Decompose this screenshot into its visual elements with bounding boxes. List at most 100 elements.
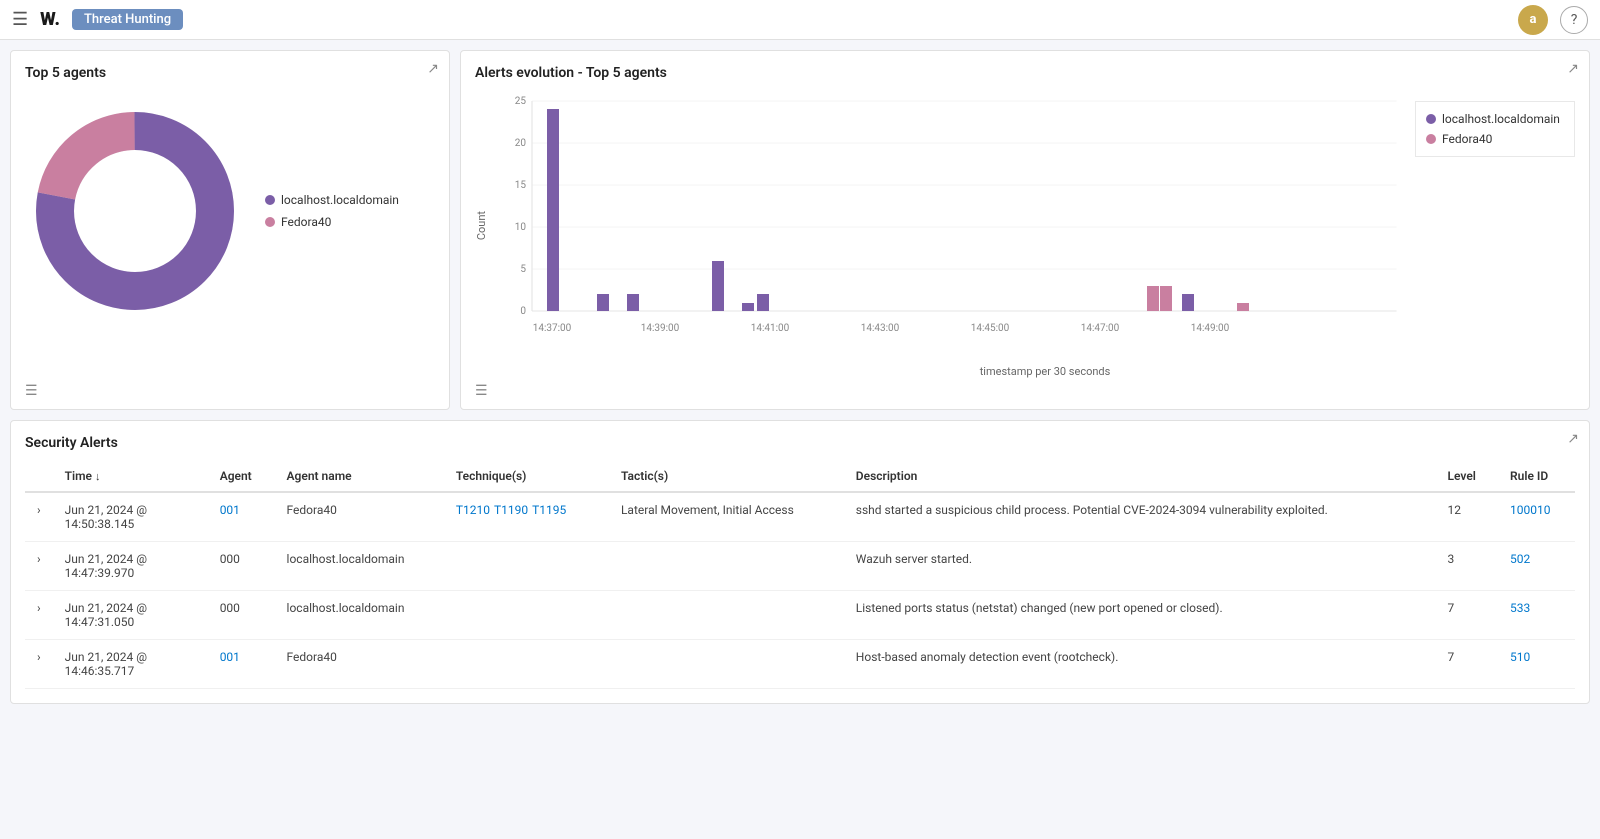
rule-id-link[interactable]: 533 xyxy=(1510,601,1530,615)
table-header-row: Time ↓ Agent Agent name Technique(s) Tac… xyxy=(25,461,1575,492)
cell-agent: 000 xyxy=(208,591,275,640)
help-icon[interactable]: ? xyxy=(1560,6,1588,34)
agent-link[interactable]: 001 xyxy=(220,503,240,517)
alerts-expand-icon[interactable]: ↗ xyxy=(1567,431,1579,447)
svg-text:14:49:00: 14:49:00 xyxy=(1191,323,1230,334)
svg-text:14:45:00: 14:45:00 xyxy=(971,323,1010,334)
cell-tactics xyxy=(609,591,844,640)
cell-time: Jun 21, 2024 @ 14:50:38.145 xyxy=(53,492,208,542)
svg-text:25: 25 xyxy=(515,96,527,107)
bar-fedora-3 xyxy=(1237,303,1249,311)
cell-level: 7 xyxy=(1436,591,1499,640)
th-description: Description xyxy=(844,461,1436,492)
row-expand-cell[interactable]: › xyxy=(25,640,53,689)
cell-rule-id[interactable]: 510 xyxy=(1498,640,1575,689)
th-level: Level xyxy=(1436,461,1499,492)
svg-text:10: 10 xyxy=(515,222,527,233)
bar-legend-dot-localhost xyxy=(1426,114,1436,124)
svg-text:15: 15 xyxy=(515,180,527,191)
table-row: ›Jun 21, 2024 @ 14:46:35.717001Fedora40H… xyxy=(25,640,1575,689)
legend-item-fedora: Fedora40 xyxy=(265,215,399,229)
header: ☰ W. Threat Hunting a ? xyxy=(0,0,1600,40)
row-expand-cell[interactable]: › xyxy=(25,542,53,591)
cell-time: Jun 21, 2024 @ 14:47:31.050 xyxy=(53,591,208,640)
legend-dot-localhost xyxy=(265,195,275,205)
cell-description: Wazuh server started. xyxy=(844,542,1436,591)
bar-list-icon[interactable]: ☰ xyxy=(475,383,488,399)
row-expand-cell[interactable]: › xyxy=(25,591,53,640)
cell-tactics: Lateral Movement, Initial Access xyxy=(609,492,844,542)
legend-item-localhost: localhost.localdomain xyxy=(265,193,399,207)
svg-text:5: 5 xyxy=(520,264,526,275)
bar-panel-title: Alerts evolution - Top 5 agents xyxy=(475,65,1575,81)
sort-icon: ↓ xyxy=(95,470,101,483)
bar-localhost-7 xyxy=(1182,294,1194,311)
cell-agent-name: localhost.localdomain xyxy=(275,591,444,640)
top-row: Top 5 agents ↗ loc xyxy=(10,50,1590,410)
bar-fedora-2 xyxy=(1160,286,1172,311)
cell-description: Host-based anomaly detection event (root… xyxy=(844,640,1436,689)
donut-list-icon[interactable]: ☰ xyxy=(25,383,38,399)
cell-agent[interactable]: 001 xyxy=(208,492,275,542)
menu-icon[interactable]: ☰ xyxy=(12,9,28,30)
cell-level: 3 xyxy=(1436,542,1499,591)
main-content: Top 5 agents ↗ loc xyxy=(0,40,1600,714)
svg-text:0: 0 xyxy=(520,306,526,317)
svg-text:14:39:00: 14:39:00 xyxy=(641,323,680,334)
bar-legend-label-fedora: Fedora40 xyxy=(1442,132,1492,146)
y-axis-label: Count xyxy=(475,211,488,240)
bar-legend: localhost.localdomain Fedora40 xyxy=(1415,101,1575,157)
th-agent: Agent xyxy=(208,461,275,492)
cell-rule-id[interactable]: 100010 xyxy=(1498,492,1575,542)
avatar[interactable]: a xyxy=(1518,5,1548,35)
donut-content: localhost.localdomain Fedora40 xyxy=(25,91,435,331)
app-title-badge: Threat Hunting xyxy=(72,9,183,30)
th-tactics: Tactic(s) xyxy=(609,461,844,492)
cell-agent-name: Fedora40 xyxy=(275,640,444,689)
cell-rule-id[interactable]: 502 xyxy=(1498,542,1575,591)
alerts-panel-title: Security Alerts xyxy=(25,435,1575,451)
th-agent-name: Agent name xyxy=(275,461,444,492)
bar-localhost-6 xyxy=(757,294,769,311)
bar-legend-localhost: localhost.localdomain xyxy=(1426,112,1564,126)
bar-localhost-4 xyxy=(712,261,724,311)
technique-badge[interactable]: T1195 xyxy=(532,503,566,517)
bar-localhost-2 xyxy=(597,294,609,311)
agent-link[interactable]: 001 xyxy=(220,650,240,664)
rule-id-link[interactable]: 100010 xyxy=(1510,503,1550,517)
cell-techniques xyxy=(444,591,609,640)
svg-text:14:43:00: 14:43:00 xyxy=(861,323,900,334)
donut-legend: localhost.localdomain Fedora40 xyxy=(265,193,399,229)
cell-rule-id[interactable]: 533 xyxy=(1498,591,1575,640)
cell-techniques[interactable]: T1210 T1190 T1195 xyxy=(444,492,609,542)
bar-expand-icon[interactable]: ↗ xyxy=(1567,61,1579,77)
legend-dot-fedora xyxy=(265,217,275,227)
table-row: ›Jun 21, 2024 @ 14:50:38.145001Fedora40T… xyxy=(25,492,1575,542)
donut-chart xyxy=(25,101,245,321)
rule-id-link[interactable]: 502 xyxy=(1510,552,1530,566)
technique-badge[interactable]: T1210 xyxy=(456,503,490,517)
cell-description: Listened ports status (netstat) changed … xyxy=(844,591,1436,640)
th-expand xyxy=(25,461,53,492)
th-time[interactable]: Time ↓ xyxy=(53,461,208,492)
table-row: ›Jun 21, 2024 @ 14:47:39.970000localhost… xyxy=(25,542,1575,591)
cell-description: sshd started a suspicious child process.… xyxy=(844,492,1436,542)
legend-label-localhost: localhost.localdomain xyxy=(281,193,399,207)
cell-agent-name: Fedora40 xyxy=(275,492,444,542)
header-right: a ? xyxy=(1518,5,1588,35)
donut-expand-icon[interactable]: ↗ xyxy=(427,61,439,77)
cell-agent[interactable]: 001 xyxy=(208,640,275,689)
row-expand-cell[interactable]: › xyxy=(25,492,53,542)
bar-chart-svg: 0 5 10 15 20 25 xyxy=(492,91,1415,351)
technique-badge[interactable]: T1190 xyxy=(494,503,528,517)
legend-label-fedora: Fedora40 xyxy=(281,215,331,229)
cell-tactics xyxy=(609,542,844,591)
donut-panel-title: Top 5 agents xyxy=(25,65,435,81)
bar-panel: Alerts evolution - Top 5 agents ↗ Count xyxy=(460,50,1590,410)
cell-agent: 000 xyxy=(208,542,275,591)
bar-localhost-1 xyxy=(547,109,559,311)
alerts-table: Time ↓ Agent Agent name Technique(s) Tac… xyxy=(25,461,1575,689)
cell-level: 12 xyxy=(1436,492,1499,542)
rule-id-link[interactable]: 510 xyxy=(1510,650,1530,664)
cell-agent-name: localhost.localdomain xyxy=(275,542,444,591)
